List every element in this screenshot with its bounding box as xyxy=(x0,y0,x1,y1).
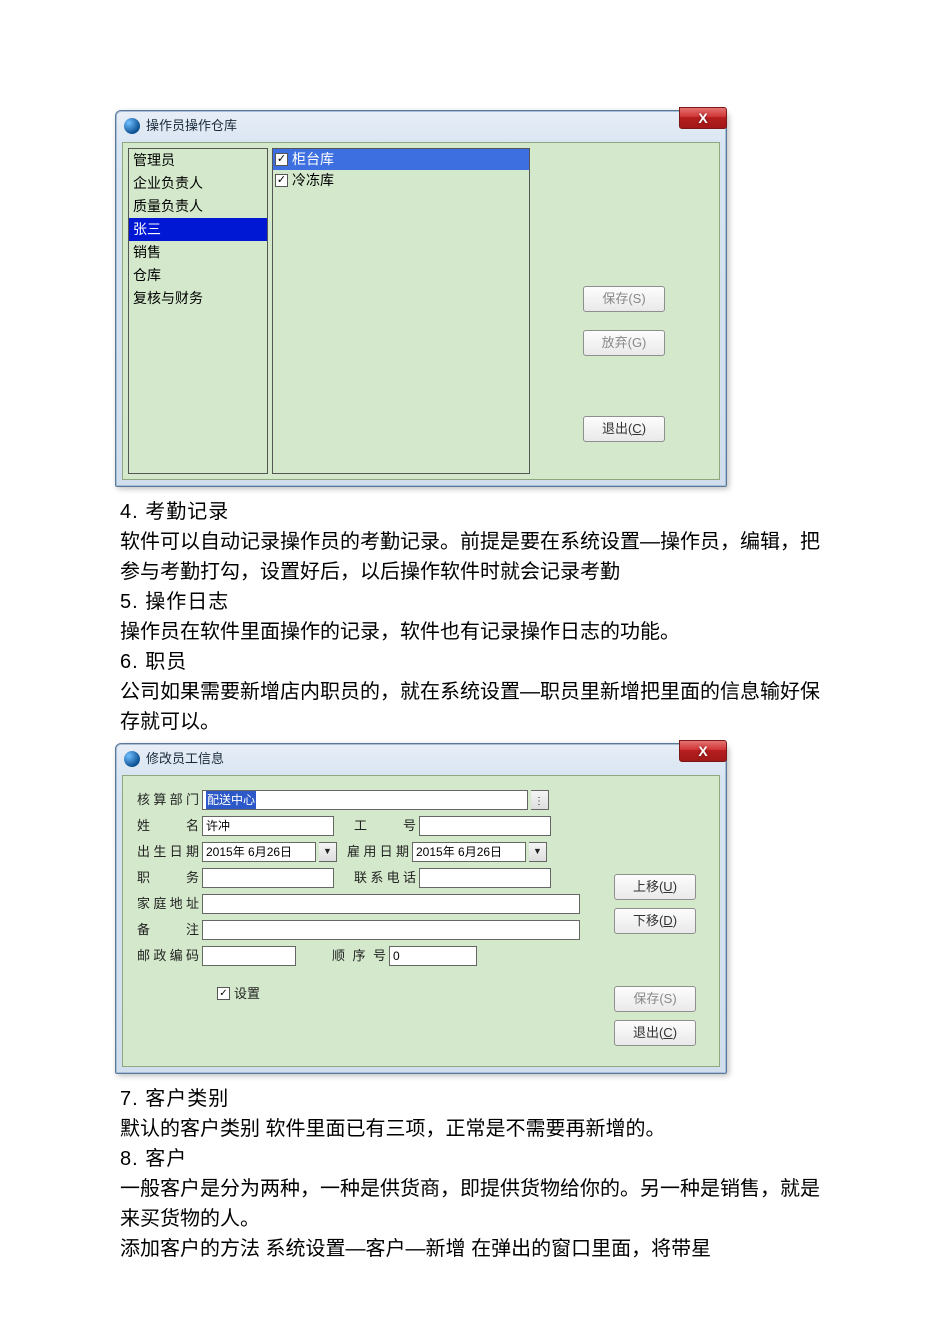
label-hiredate: 雇用日期 xyxy=(347,842,409,862)
label-dept: 核算部门 xyxy=(137,790,199,810)
hiredate-input[interactable]: 2015年 6月26日 xyxy=(412,842,526,862)
checklist-label: 冷冻库 xyxy=(292,170,334,191)
label-name: 姓 名 xyxy=(137,816,199,836)
phone-input[interactable] xyxy=(419,868,551,888)
label-job: 职 务 xyxy=(137,868,199,888)
checkbox-icon[interactable]: ✓ xyxy=(275,174,288,187)
warehouse-list[interactable]: ✓ 柜台库 ✓ 冷冻库 xyxy=(272,148,530,474)
titlebar[interactable]: 操作员操作仓库 X xyxy=(116,111,726,141)
settings-checkbox[interactable]: ✓ 设置 xyxy=(217,984,260,1004)
list-item[interactable]: 复核与财务 xyxy=(129,287,267,310)
dropdown-icon[interactable]: ▼ xyxy=(319,842,337,862)
dialog-body: 管理员 企业负责人 质量负责人 张三 销售 仓库 复核与财务 ✓ 柜台库 ✓ 冷… xyxy=(122,142,720,480)
paragraph: 软件可以自动记录操作员的考勤记录。前提是要在系统设置—操作员，编辑，把参与考勤打… xyxy=(120,527,830,587)
operator-list[interactable]: 管理员 企业负责人 质量负责人 张三 销售 仓库 复核与财务 xyxy=(128,148,268,474)
dept-input[interactable]: 配送中心 xyxy=(202,790,528,810)
checklist-label: 柜台库 xyxy=(292,149,334,170)
list-item-selected[interactable]: 张三 xyxy=(129,218,267,241)
dialog-title: 修改员工信息 xyxy=(146,749,224,769)
heading-4: 4. 考勤记录 xyxy=(120,497,830,527)
button-panel: 上移(U) 下移(D) 保存(S) 退出(C) xyxy=(595,784,715,1058)
label-note: 备 注 xyxy=(137,920,199,940)
warehouse-dialog: 操作员操作仓库 X 管理员 企业负责人 质量负责人 张三 销售 仓库 复核与财务… xyxy=(115,110,727,487)
label-postcode: 邮政编码 xyxy=(137,946,199,966)
addr-input[interactable] xyxy=(202,894,580,914)
close-button[interactable]: X xyxy=(679,740,727,762)
app-icon xyxy=(124,751,140,767)
label-empno: 工 号 xyxy=(354,816,416,836)
employee-dialog: 修改员工信息 X 核算部门 配送中心 ⋮ 姓 名 许冲 工 号 出生日期 201… xyxy=(115,743,727,1074)
app-icon xyxy=(124,118,140,134)
paragraph: 默认的客户类别 软件里面已有三项，正常是不需要再新增的。 xyxy=(120,1114,830,1144)
titlebar[interactable]: 修改员工信息 X xyxy=(116,744,726,774)
paragraph: 公司如果需要新增店内职员的，就在系统设置—职员里新增把里面的信息输好保存就可以。 xyxy=(120,677,830,737)
paragraph: 添加客户的方法 系统设置—客户—新增 在弹出的窗口里面，将带星 xyxy=(120,1234,830,1264)
heading-7: 7. 客户类别 xyxy=(120,1084,830,1114)
exit-button[interactable]: 退出(C) xyxy=(583,416,665,442)
list-item[interactable]: 管理员 xyxy=(129,149,267,172)
paragraph: 操作员在软件里面操作的记录，软件也有记录操作日志的功能。 xyxy=(120,617,830,647)
label-phone: 联系电话 xyxy=(354,868,416,888)
move-up-button[interactable]: 上移(U) xyxy=(614,874,696,900)
discard-button[interactable]: 放弃(G) xyxy=(583,330,665,356)
button-panel: 保存(S) 放弃(G) 退出(C) xyxy=(534,148,714,474)
heading-8: 8. 客户 xyxy=(120,1144,830,1174)
checkbox-icon[interactable]: ✓ xyxy=(217,987,230,1000)
job-input[interactable] xyxy=(202,868,334,888)
empno-input[interactable] xyxy=(419,816,551,836)
list-item[interactable]: 企业负责人 xyxy=(129,172,267,195)
postcode-input[interactable] xyxy=(202,946,296,966)
paragraph: 一般客户是分为两种，一种是供货商，即提供货物给你的。另一种是销售，就是来买货物的… xyxy=(120,1174,830,1234)
list-item[interactable]: 仓库 xyxy=(129,264,267,287)
save-button[interactable]: 保存(S) xyxy=(583,286,665,312)
list-item[interactable]: 质量负责人 xyxy=(129,195,267,218)
document-body: 4. 考勤记录 软件可以自动记录操作员的考勤记录。前提是要在系统设置—操作员，编… xyxy=(0,497,950,737)
close-button[interactable]: X xyxy=(679,107,727,129)
lookup-button[interactable]: ⋮ xyxy=(531,790,549,810)
save-button[interactable]: 保存(S) xyxy=(614,986,696,1012)
label-seq: 顺 序 号 xyxy=(332,946,386,966)
label-addr: 家庭地址 xyxy=(137,894,199,914)
checkbox-label: 设置 xyxy=(234,984,260,1004)
checkbox-icon[interactable]: ✓ xyxy=(275,153,288,166)
list-item[interactable]: 销售 xyxy=(129,241,267,264)
dropdown-icon[interactable]: ▼ xyxy=(529,842,547,862)
note-input[interactable] xyxy=(202,920,580,940)
dob-input[interactable]: 2015年 6月26日 xyxy=(202,842,316,862)
document-body: 7. 客户类别 默认的客户类别 软件里面已有三项，正常是不需要再新增的。 8. … xyxy=(0,1084,950,1264)
exit-button[interactable]: 退出(C) xyxy=(614,1020,696,1046)
checklist-item-selected[interactable]: ✓ 柜台库 xyxy=(273,149,529,170)
name-input[interactable]: 许冲 xyxy=(202,816,334,836)
label-dob: 出生日期 xyxy=(137,842,199,862)
dialog-title: 操作员操作仓库 xyxy=(146,116,237,136)
employee-form: 核算部门 配送中心 ⋮ 姓 名 许冲 工 号 出生日期 2015年 6月26日 … xyxy=(127,784,595,1058)
heading-6: 6. 职员 xyxy=(120,647,830,677)
seq-input[interactable]: 0 xyxy=(389,946,477,966)
checklist-item[interactable]: ✓ 冷冻库 xyxy=(273,170,529,191)
dialog-body: 核算部门 配送中心 ⋮ 姓 名 许冲 工 号 出生日期 2015年 6月26日 … xyxy=(122,775,720,1067)
move-down-button[interactable]: 下移(D) xyxy=(614,908,696,934)
heading-5: 5. 操作日志 xyxy=(120,587,830,617)
